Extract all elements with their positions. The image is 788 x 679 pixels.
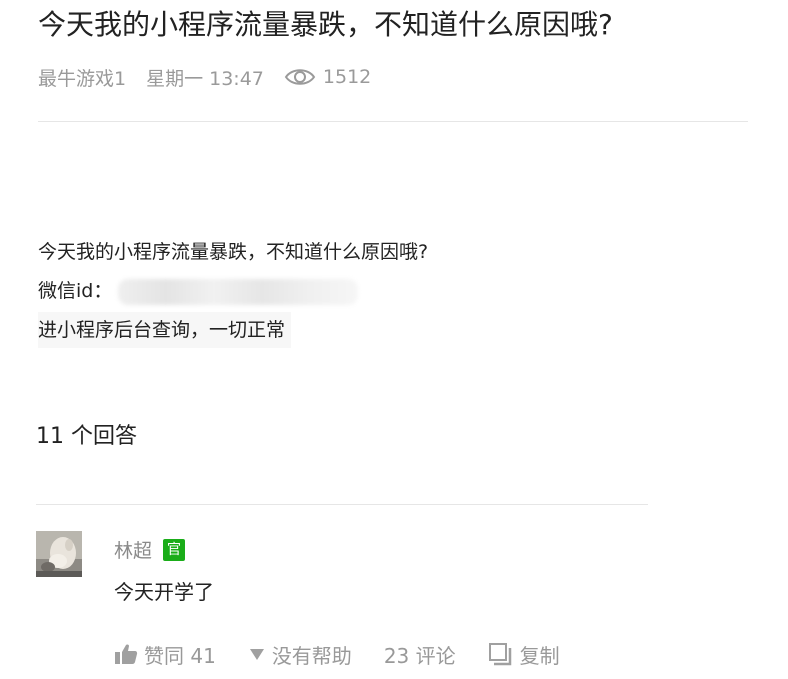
official-badge: 官 [163, 538, 186, 561]
question-body: 今天我的小程序流量暴跌，不知道什么原因哦? 微信id： 进小程序后台查询，一切正… [38, 234, 428, 351]
unhelpful-button[interactable]: 没有帮助 [248, 640, 352, 669]
like-label: 赞同 41 [144, 643, 216, 668]
question-time: 星期一 13:47 [146, 67, 264, 90]
wechat-id-label: 微信id： [38, 280, 113, 302]
like-button[interactable]: 赞同 41 [114, 640, 216, 669]
answer-author-row: 林超 官 [114, 536, 186, 563]
view-count: 1512 [322, 66, 372, 88]
avatar[interactable] [36, 531, 82, 577]
copy-icon [488, 642, 514, 666]
thumbs-up-icon [114, 643, 138, 665]
question-title: 今天我的小程序流量暴跌，不知道什么原因哦? [38, 8, 613, 41]
unhelpful-label: 没有帮助 [271, 643, 352, 668]
header-divider [38, 121, 748, 122]
triangle-down-icon [248, 646, 266, 662]
redacted-wechat-id [118, 278, 359, 305]
answers-divider [36, 504, 648, 505]
answer-author[interactable]: 林超 [114, 536, 152, 563]
copy-button[interactable]: 复制 [488, 640, 560, 669]
eye-icon [284, 66, 316, 88]
answer-text: 今天开学了 [114, 580, 214, 604]
page: 今天我的小程序流量暴跌，不知道什么原因哦? 最牛游戏1 星期一 13:47 15… [0, 0, 788, 679]
question-meta: 最牛游戏1 星期一 13:47 1512 [38, 62, 371, 92]
answers-count: 11 个回答 [36, 424, 137, 449]
comments-label: 23 评论 [383, 643, 456, 668]
body-line: 进小程序后台查询，一切正常 [38, 312, 292, 348]
answer-actions: 赞同 41 没有帮助 23 评论 复制 [114, 638, 592, 670]
body-line-wechat-id: 微信id： [38, 273, 428, 312]
body-line: 今天我的小程序流量暴跌，不知道什么原因哦? [38, 241, 429, 263]
question-author[interactable]: 最牛游戏1 [38, 64, 126, 91]
comments-button[interactable]: 23 评论 [384, 640, 456, 669]
copy-label: 复制 [519, 643, 560, 668]
